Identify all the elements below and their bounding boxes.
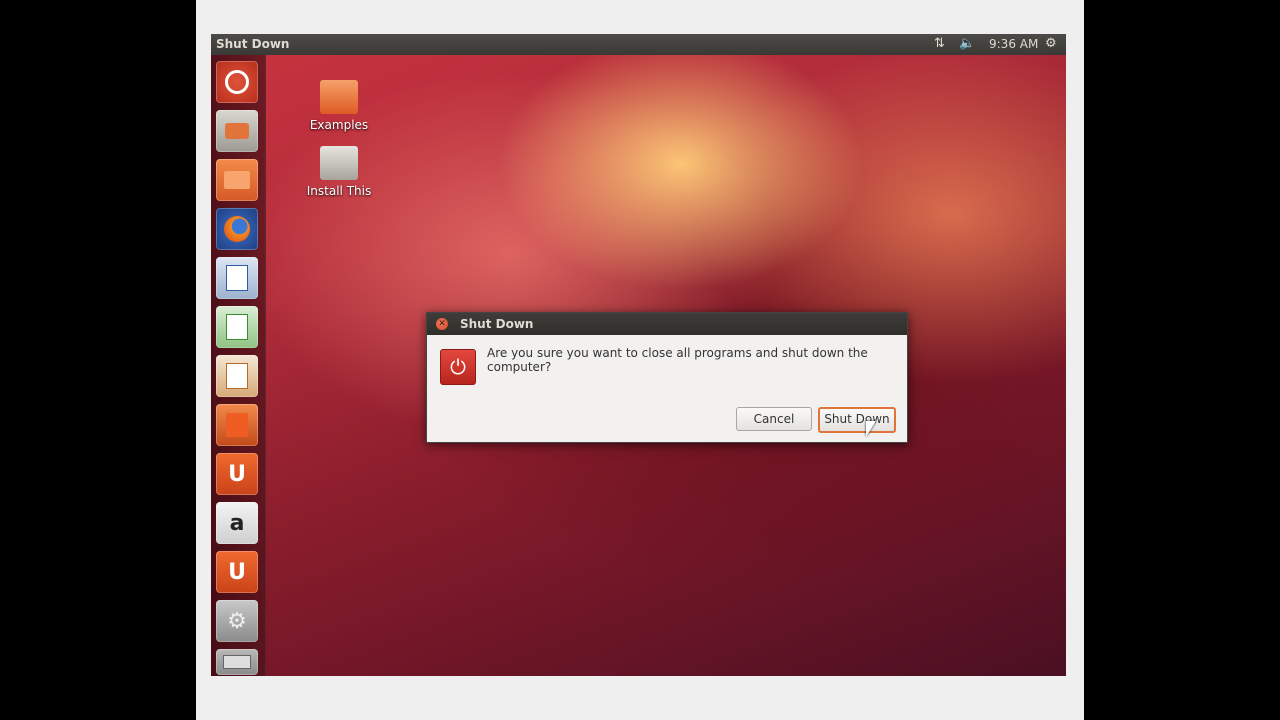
launcher: U a U ⚙: [211, 55, 266, 676]
ubuntu-one-icon: U: [228, 461, 246, 487]
mouse-cursor-icon: [866, 421, 876, 437]
active-window-title: Shut Down: [216, 37, 290, 51]
dialog-message: Are you sure you want to close all progr…: [487, 346, 868, 374]
launcher-ubuntu-one[interactable]: U: [216, 453, 258, 495]
writer-icon: [226, 265, 248, 291]
firefox-icon: [224, 216, 250, 242]
impress-icon: [226, 363, 248, 389]
ubuntu-desktop: Shut Down ⇅ 🔈 9:36 AM ⚙ U a U ⚙ Examples…: [211, 34, 1066, 676]
shopping-bag-icon: [226, 413, 248, 437]
launcher-amazon[interactable]: a: [216, 502, 258, 544]
dialog-title: Shut Down: [460, 317, 534, 331]
settings-wrench-icon: ⚙: [227, 608, 247, 634]
power-icon: ⏻: [440, 349, 476, 385]
ubuntu-one-music-icon: U: [228, 559, 246, 585]
folder-icon: [224, 171, 250, 189]
calc-icon: [226, 314, 248, 340]
launcher-libreoffice-impress[interactable]: [216, 355, 258, 397]
drive-icon: [223, 655, 251, 669]
clock[interactable]: 9:36 AM: [989, 37, 1038, 51]
desktop-icon-examples[interactable]: Examples: [299, 80, 379, 132]
desktop-icon-label: Install This: [306, 184, 372, 198]
installer-icon: [225, 123, 249, 139]
gear-icon[interactable]: ⚙: [1045, 36, 1057, 51]
launcher-home-folder[interactable]: [216, 159, 258, 201]
network-arrows-icon[interactable]: ⇅: [934, 36, 945, 51]
launcher-software-center[interactable]: [216, 404, 258, 446]
speaker-icon[interactable]: 🔈: [959, 36, 975, 51]
ubuntu-logo-icon: [225, 70, 249, 94]
launcher-ubuntu-one-music[interactable]: U: [216, 551, 258, 593]
launcher-libreoffice-writer[interactable]: [216, 257, 258, 299]
launcher-install-ubuntu[interactable]: [216, 110, 258, 152]
cancel-button[interactable]: Cancel: [736, 407, 812, 431]
desktop-icon-label: Examples: [309, 118, 369, 132]
amazon-icon: a: [229, 510, 245, 536]
launcher-dash-home[interactable]: [216, 61, 258, 103]
top-panel: Shut Down ⇅ 🔈 9:36 AM ⚙: [211, 34, 1066, 55]
dialog-titlebar: ✕ Shut Down: [427, 313, 907, 335]
shut-down-button[interactable]: Shut Down: [818, 407, 896, 433]
desktop-icon-install-this[interactable]: Install This: [299, 146, 379, 198]
close-icon[interactable]: ✕: [436, 318, 448, 330]
launcher-system-settings[interactable]: ⚙: [216, 600, 258, 642]
launcher-removable-drive[interactable]: [216, 649, 258, 675]
shutdown-dialog: ✕ Shut Down ⏻ Are you sure you want to c…: [426, 312, 908, 443]
installer-icon: [320, 146, 358, 180]
launcher-firefox[interactable]: [216, 208, 258, 250]
folder-link-icon: [320, 80, 358, 114]
launcher-libreoffice-calc[interactable]: [216, 306, 258, 348]
